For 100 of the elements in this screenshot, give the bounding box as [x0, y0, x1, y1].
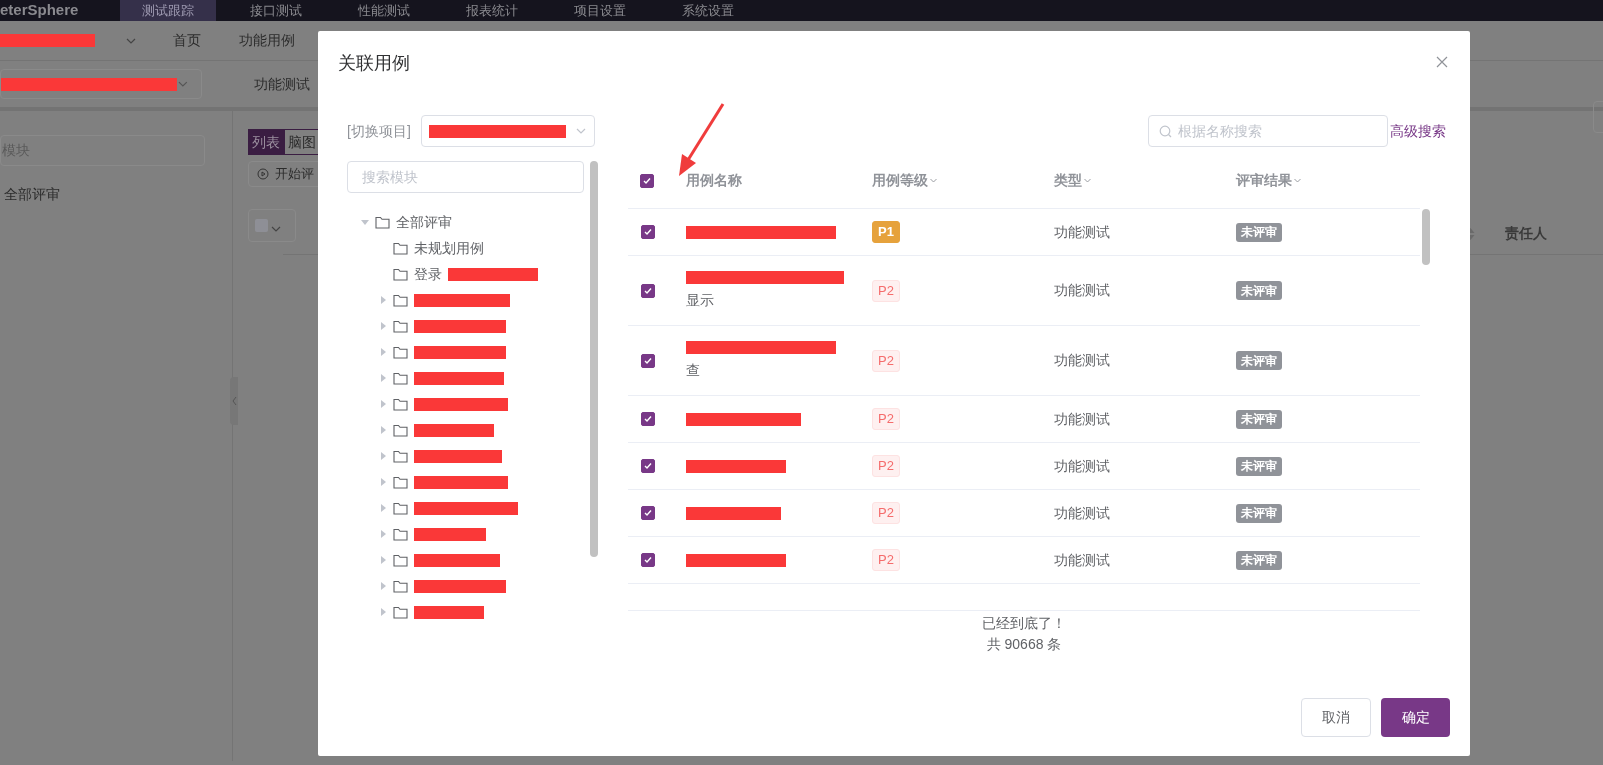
- table-cell-text: 功能测试: [1054, 351, 1111, 370]
- scrollbar[interactable]: [590, 161, 598, 557]
- collapse-handle[interactable]: [230, 377, 238, 425]
- priority-tag: P2: [872, 279, 900, 302]
- checkbox[interactable]: [641, 283, 655, 298]
- project-label: [切换项目]: [347, 121, 411, 141]
- column-header[interactable]: 类型: [1054, 170, 1236, 191]
- caret-right-icon[interactable]: [379, 530, 387, 538]
- nav-tab[interactable]: 性能测试: [336, 0, 432, 21]
- table-cell-text: 功能测试: [1054, 222, 1111, 242]
- filter-icon: [1293, 176, 1302, 185]
- folder-icon: [393, 423, 408, 437]
- checkbox[interactable]: [641, 412, 655, 426]
- status-tag: 未评审: [1236, 409, 1282, 429]
- caret-right-icon[interactable]: [379, 452, 387, 460]
- nav-tab[interactable]: 测试跟踪: [120, 0, 216, 21]
- table-cell-text: 功能测试: [1054, 281, 1111, 300]
- checkbox[interactable]: [641, 353, 655, 368]
- check-icon: [643, 508, 653, 518]
- caret-right-icon[interactable]: [379, 296, 387, 304]
- dialog-title: 关联用例: [338, 51, 410, 75]
- menu-item[interactable]: 功能用例: [239, 30, 295, 51]
- play-icon: [257, 168, 269, 180]
- table-cell-text: 功能测试: [1054, 550, 1111, 570]
- table-cell-text: 显示: [686, 290, 715, 310]
- column-header: 责任人: [1505, 224, 1548, 243]
- folder-icon: [393, 241, 408, 255]
- redaction-bar: [414, 527, 486, 541]
- priority-tag: P2: [872, 455, 900, 477]
- caret-down-icon[interactable]: [361, 218, 369, 226]
- column-header[interactable]: 评审结果: [1236, 170, 1376, 191]
- status-tag: 未评审: [1236, 503, 1282, 523]
- tree-item[interactable]: 登录: [414, 263, 442, 285]
- priority-tag: P2: [872, 349, 900, 372]
- selection-dropdown[interactable]: [248, 209, 296, 242]
- folder-icon: [393, 293, 408, 307]
- view-tab[interactable]: 脑图: [284, 129, 320, 155]
- folder-icon: [393, 579, 408, 593]
- caret-right-icon[interactable]: [379, 582, 387, 590]
- folder-icon: [375, 215, 390, 229]
- nav-tab[interactable]: 系统设置: [660, 0, 756, 21]
- tree-item[interactable]: 未规划用例: [414, 237, 484, 259]
- close-icon[interactable]: [1436, 56, 1448, 68]
- folder-icon: [393, 397, 408, 411]
- folder-icon: [393, 501, 408, 515]
- logo: eterSphere: [0, 0, 80, 21]
- check-icon: [643, 285, 653, 296]
- caret-right-icon[interactable]: [379, 426, 387, 434]
- status-tag: 未评审: [1236, 281, 1282, 300]
- menu-item[interactable]: 首页: [173, 30, 201, 51]
- nav-tab[interactable]: 项目设置: [552, 0, 648, 21]
- status-tag: 未评审: [1236, 456, 1282, 476]
- check-icon: [643, 355, 653, 366]
- caret-right-icon[interactable]: [379, 478, 387, 486]
- checkbox[interactable]: [641, 506, 655, 520]
- total-count: 共 90668 条: [986, 635, 1062, 654]
- caret-right-icon[interactable]: [379, 400, 387, 408]
- search-icon: [1159, 124, 1172, 138]
- check-icon: [643, 227, 653, 237]
- advanced-search-link[interactable]: 高级搜索: [1390, 120, 1446, 142]
- confirm-button[interactable]: 确定: [1381, 698, 1450, 737]
- table-cell-text: 功能测试: [1054, 409, 1111, 429]
- caret-right-icon[interactable]: [379, 322, 387, 330]
- folder-icon: [393, 371, 408, 385]
- checkbox[interactable]: [641, 553, 655, 567]
- filter-icon: [1083, 176, 1092, 185]
- view-tab[interactable]: 列表: [248, 129, 284, 155]
- status-tag: 未评审: [1236, 222, 1282, 242]
- folder-icon: [393, 605, 408, 619]
- check-icon: [643, 555, 653, 565]
- priority-tag: P1: [872, 221, 900, 243]
- caret-right-icon[interactable]: [379, 504, 387, 512]
- table-cell-text: 功能测试: [1054, 503, 1111, 523]
- end-of-list-text: 已经到底了！: [982, 614, 1066, 633]
- checkbox[interactable]: [641, 225, 655, 239]
- status-tag: 未评审: [1236, 351, 1282, 370]
- nav-tab[interactable]: 报表统计: [444, 0, 540, 21]
- caret-right-icon[interactable]: [379, 556, 387, 564]
- check-icon: [643, 461, 653, 471]
- column-header: 用例名称: [686, 171, 743, 190]
- checkbox[interactable]: [641, 459, 655, 473]
- check-icon: [642, 175, 652, 186]
- folder-icon: [393, 319, 408, 333]
- column-header[interactable]: 用例等级: [872, 170, 1054, 191]
- tree-item[interactable]: 全部评审: [4, 184, 60, 205]
- status-tag: 未评审: [1236, 550, 1282, 570]
- scrollbar[interactable]: [1422, 209, 1430, 265]
- check-icon: [643, 414, 653, 424]
- caret-right-icon[interactable]: [379, 374, 387, 382]
- page-tab[interactable]: 功能测试: [254, 73, 310, 95]
- caret-right-icon[interactable]: [379, 348, 387, 356]
- priority-tag: P2: [872, 502, 900, 524]
- checkbox[interactable]: [640, 173, 654, 188]
- redaction-bar: [414, 605, 484, 619]
- folder-icon: [393, 527, 408, 541]
- cancel-button[interactable]: 取消: [1301, 698, 1371, 737]
- tree-item[interactable]: 全部评审: [396, 211, 452, 233]
- priority-tag: P2: [872, 408, 900, 430]
- caret-right-icon[interactable]: [379, 608, 387, 616]
- nav-tab[interactable]: 接口测试: [228, 0, 324, 21]
